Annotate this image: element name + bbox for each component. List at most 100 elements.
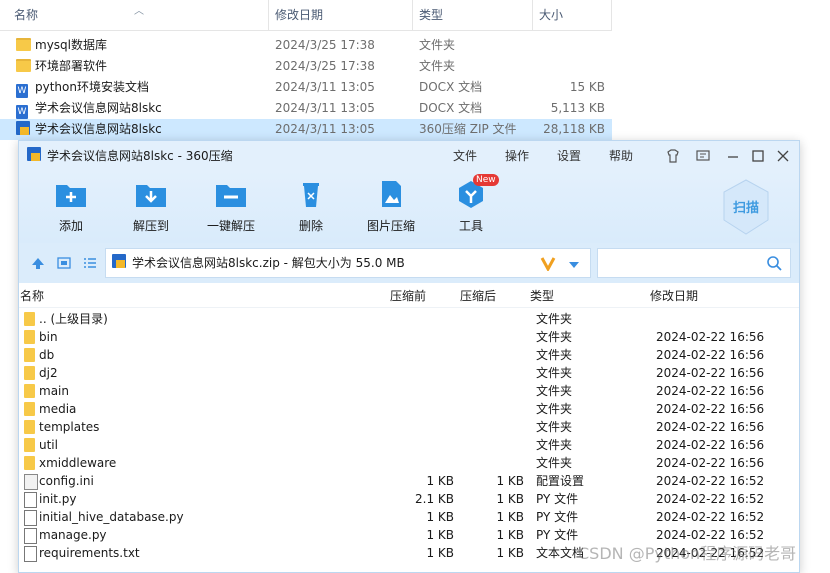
v-logo-icon[interactable] bbox=[540, 255, 556, 273]
image-compress-button[interactable]: 图片压缩 bbox=[357, 179, 425, 234]
explorer-row[interactable]: Wpython环境安装文档 2024/3/11 13:05 DOCX 文档 15 KB bbox=[0, 77, 612, 98]
add-folder-icon bbox=[54, 179, 88, 209]
explorer-row[interactable]: 学术会议信息网站8lskc 2024/3/11 13:05 360压缩 ZIP 文件… bbox=[0, 119, 612, 140]
file-name: initial_hive_database.py bbox=[39, 510, 184, 524]
search-icon[interactable] bbox=[766, 255, 782, 271]
maximize-icon[interactable] bbox=[750, 148, 766, 164]
file-date: 2024-02-22 16:56 bbox=[656, 330, 765, 344]
file-date: 2024-02-22 16:56 bbox=[656, 420, 765, 434]
skin-icon[interactable] bbox=[665, 148, 681, 164]
file-row[interactable]: config.ini 1 KB 1 KB 配置设置 2024-02-22 16:52 bbox=[19, 472, 799, 490]
explorer-row-date: 2024/3/25 17:38 bbox=[275, 38, 375, 52]
explorer-row-date: 2024/3/11 13:05 bbox=[275, 122, 375, 136]
file-row[interactable]: xmiddleware 文件夹 2024-02-22 16:56 bbox=[19, 454, 799, 472]
file-size-before: 1 KB bbox=[426, 546, 454, 560]
delete-icon bbox=[294, 179, 328, 209]
header-date[interactable]: 修改日期 bbox=[650, 285, 698, 307]
file-size-before: 1 KB bbox=[426, 528, 454, 542]
file-size-after: 1 KB bbox=[496, 474, 524, 488]
header-before[interactable]: 压缩前 bbox=[390, 285, 426, 307]
explorer-row[interactable]: W 学术会议信息网站8lskc 2024/3/11 13:05 DOCX 文档 5,11… bbox=[0, 98, 612, 119]
file-type: 文件夹 bbox=[536, 384, 573, 398]
file-type: 文件夹 bbox=[536, 438, 573, 452]
minimize-icon[interactable] bbox=[725, 148, 741, 164]
folder-icon bbox=[24, 420, 35, 434]
file-row[interactable]: bin 文件夹 2024-02-22 16:56 bbox=[19, 328, 799, 346]
column-date[interactable]: 修改日期 bbox=[275, 0, 323, 30]
word-doc-icon: W bbox=[16, 105, 28, 119]
add-button[interactable]: 添加 bbox=[37, 179, 105, 234]
up-arrow-icon[interactable] bbox=[30, 255, 46, 271]
column-name[interactable]: 名称 bbox=[14, 0, 38, 30]
file-name: dj2 bbox=[39, 366, 58, 380]
file-type: 配置设置 bbox=[536, 474, 585, 488]
column-divider[interactable] bbox=[611, 0, 612, 30]
file-row[interactable]: .. (上级目录) 文件夹 bbox=[19, 310, 799, 328]
file-icon bbox=[24, 546, 37, 562]
sort-up-icon: ︿ bbox=[134, 6, 144, 17]
explorer-row-size: 5,113 KB bbox=[550, 101, 605, 115]
file-row[interactable]: init.py 2.1 KB 1 KB PY 文件 2024-02-22 16:52 bbox=[19, 490, 799, 508]
tools-button[interactable]: New 工具 bbox=[437, 174, 505, 234]
file-name: main bbox=[39, 384, 69, 398]
folder-icon bbox=[24, 348, 35, 362]
file-row[interactable]: util 文件夹 2024-02-22 16:56 bbox=[19, 436, 799, 454]
menu-settings[interactable]: 设置 bbox=[557, 141, 581, 171]
explorer-row-type: DOCX 文档 bbox=[419, 80, 483, 94]
file-date: 2024-02-22 16:52 bbox=[656, 510, 765, 524]
file-date: 2024-02-22 16:56 bbox=[656, 402, 765, 416]
column-divider[interactable] bbox=[268, 0, 269, 30]
file-row[interactable]: db 文件夹 2024-02-22 16:56 bbox=[19, 346, 799, 364]
file-name: util bbox=[39, 438, 58, 452]
list-view-icon[interactable] bbox=[82, 255, 98, 271]
column-divider[interactable] bbox=[412, 0, 413, 30]
explorer-row-type: 文件夹 bbox=[419, 38, 456, 52]
explorer-row[interactable]: mysql数据库 2024/3/25 17:38 文件夹 bbox=[0, 35, 612, 56]
word-doc-icon: W bbox=[16, 84, 28, 98]
address-text: 学术会议信息网站8lskc.zip - 解包大小为 55.0 MB bbox=[132, 256, 405, 270]
file-name: .. (上级目录) bbox=[39, 312, 108, 326]
file-icon bbox=[24, 528, 37, 544]
one-click-extract-button[interactable]: 一键解压 bbox=[197, 179, 265, 234]
column-type[interactable]: 类型 bbox=[419, 0, 443, 30]
file-row[interactable]: dj2 文件夹 2024-02-22 16:56 bbox=[19, 364, 799, 382]
file-name: media bbox=[39, 402, 77, 416]
dropdown-arrow-icon[interactable] bbox=[568, 259, 580, 269]
file-size-after: 1 KB bbox=[496, 492, 524, 506]
address-field[interactable]: 学术会议信息网站8lskc.zip - 解包大小为 55.0 MB bbox=[105, 248, 591, 278]
search-box[interactable] bbox=[597, 248, 791, 278]
feedback-icon[interactable] bbox=[695, 148, 711, 164]
file-row[interactable]: media 文件夹 2024-02-22 16:56 bbox=[19, 400, 799, 418]
header-after[interactable]: 压缩后 bbox=[460, 285, 496, 307]
explorer-row-name: 学术会议信息网站8lskc bbox=[35, 101, 162, 115]
menu-file[interactable]: 文件 bbox=[453, 141, 477, 171]
close-icon[interactable] bbox=[775, 148, 791, 164]
title-bar[interactable]: 学术会议信息网站8lskc - 360压缩 文件 操作 设置 帮助 bbox=[19, 141, 799, 171]
header-name[interactable]: 名称 bbox=[20, 285, 44, 307]
file-type: 文件夹 bbox=[536, 402, 573, 416]
column-size[interactable]: 大小 bbox=[539, 0, 563, 30]
explorer-row-type: DOCX 文档 bbox=[419, 101, 483, 115]
explorer-header: 名称 ︿ 修改日期 类型 大小 bbox=[0, 0, 612, 31]
menu-help[interactable]: 帮助 bbox=[609, 141, 633, 171]
column-divider[interactable] bbox=[532, 0, 533, 30]
file-name: db bbox=[39, 348, 55, 362]
explorer-row-size: 28,118 KB bbox=[543, 122, 605, 136]
thumbnail-view-icon[interactable] bbox=[56, 255, 72, 271]
menu-operate[interactable]: 操作 bbox=[505, 141, 529, 171]
search-input[interactable] bbox=[602, 252, 756, 274]
extract-to-button[interactable]: 解压到 bbox=[117, 179, 185, 234]
scan-button[interactable]: 扫描 bbox=[721, 178, 771, 236]
file-row[interactable]: initial_hive_database.py 1 KB 1 KB PY 文件 202… bbox=[19, 508, 799, 526]
explorer-row[interactable]: 环境部署软件 2024/3/25 17:38 文件夹 bbox=[0, 56, 612, 77]
file-size-after: 1 KB bbox=[496, 546, 524, 560]
config-file-icon bbox=[24, 474, 38, 490]
header-type[interactable]: 类型 bbox=[530, 285, 554, 307]
folder-icon bbox=[16, 38, 31, 51]
file-row[interactable]: templates 文件夹 2024-02-22 16:56 bbox=[19, 418, 799, 436]
file-row[interactable]: main 文件夹 2024-02-22 16:56 bbox=[19, 382, 799, 400]
delete-button[interactable]: 删除 bbox=[277, 179, 345, 234]
extract-to-icon bbox=[134, 179, 168, 209]
file-icon bbox=[24, 492, 37, 508]
zip-archive-icon bbox=[16, 121, 30, 135]
